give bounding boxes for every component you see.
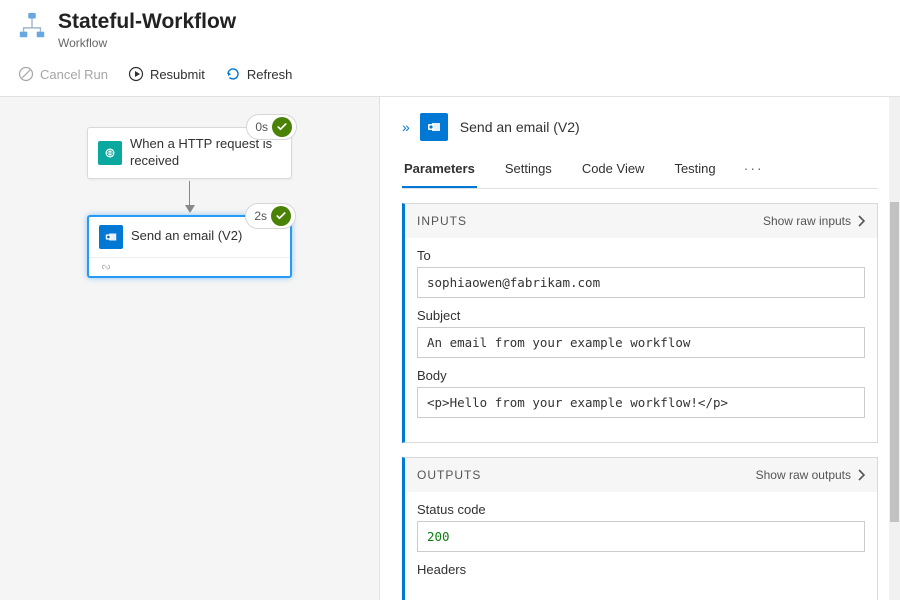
status-code-label: Status code (417, 502, 865, 517)
to-label: To (417, 248, 865, 263)
node-footer (89, 257, 290, 276)
body-value: <p>Hello from your example workflow!</p> (417, 387, 865, 418)
tab-parameters[interactable]: Parameters (402, 155, 477, 188)
collapse-icon[interactable]: » (402, 119, 408, 135)
tab-settings[interactable]: Settings (503, 155, 554, 188)
status-code-value: 200 (417, 521, 865, 552)
workflow-icon (16, 10, 48, 42)
cancel-icon (18, 66, 34, 82)
tab-code-view[interactable]: Code View (580, 155, 647, 188)
show-raw-outputs-button[interactable]: Show raw outputs (756, 468, 865, 482)
action-node-send-email[interactable]: 2s Send an email (V2) (87, 215, 292, 278)
status-badge: 2s (245, 203, 296, 229)
workflow-canvas[interactable]: 0s When a HTTP request is received (0, 97, 380, 600)
subject-label: Subject (417, 308, 865, 323)
detail-title: Send an email (V2) (460, 119, 580, 135)
chevron-right-icon (857, 215, 865, 227)
tab-bar: Parameters Settings Code View Testing ··… (402, 155, 878, 189)
detail-pane: » Send an email (V2) Parameters Settings… (380, 97, 900, 600)
headers-label: Headers (417, 562, 865, 577)
node-label: Send an email (V2) (131, 228, 242, 245)
page-header: Stateful-Workflow Workflow (0, 0, 900, 56)
inputs-panel: INPUTS Show raw inputs To sophiaowen@fab… (402, 203, 878, 443)
outputs-title: OUTPUTS (417, 468, 481, 482)
success-icon (271, 206, 291, 226)
subject-value: An email from your example workflow (417, 327, 865, 358)
outlook-icon (420, 113, 448, 141)
tab-overflow-icon[interactable]: ··· (744, 160, 764, 184)
scrollbar-thumb[interactable] (890, 202, 899, 522)
chevron-right-icon (857, 469, 865, 481)
resubmit-button[interactable]: Resubmit (120, 62, 213, 86)
page-subtitle: Workflow (58, 36, 236, 50)
scrollbar[interactable] (889, 97, 900, 600)
resubmit-icon (128, 66, 144, 82)
trigger-node[interactable]: 0s When a HTTP request is received (87, 127, 292, 179)
cancel-run-button: Cancel Run (10, 62, 116, 86)
refresh-icon (225, 66, 241, 82)
http-trigger-icon (98, 141, 122, 165)
page-title: Stateful-Workflow (58, 10, 236, 34)
tab-testing[interactable]: Testing (672, 155, 717, 188)
outputs-panel: OUTPUTS Show raw outputs Status code 200… (402, 457, 878, 600)
body-label: Body (417, 368, 865, 383)
show-raw-inputs-button[interactable]: Show raw inputs (763, 214, 865, 228)
inputs-title: INPUTS (417, 214, 467, 228)
to-value: sophiaowen@fabrikam.com (417, 267, 865, 298)
status-badge: 0s (246, 114, 297, 140)
success-icon (272, 117, 292, 137)
refresh-button[interactable]: Refresh (217, 62, 301, 86)
node-label: When a HTTP request is received (130, 136, 281, 170)
toolbar: Cancel Run Resubmit Refresh (0, 56, 900, 97)
outlook-icon (99, 225, 123, 249)
link-icon (99, 262, 280, 272)
